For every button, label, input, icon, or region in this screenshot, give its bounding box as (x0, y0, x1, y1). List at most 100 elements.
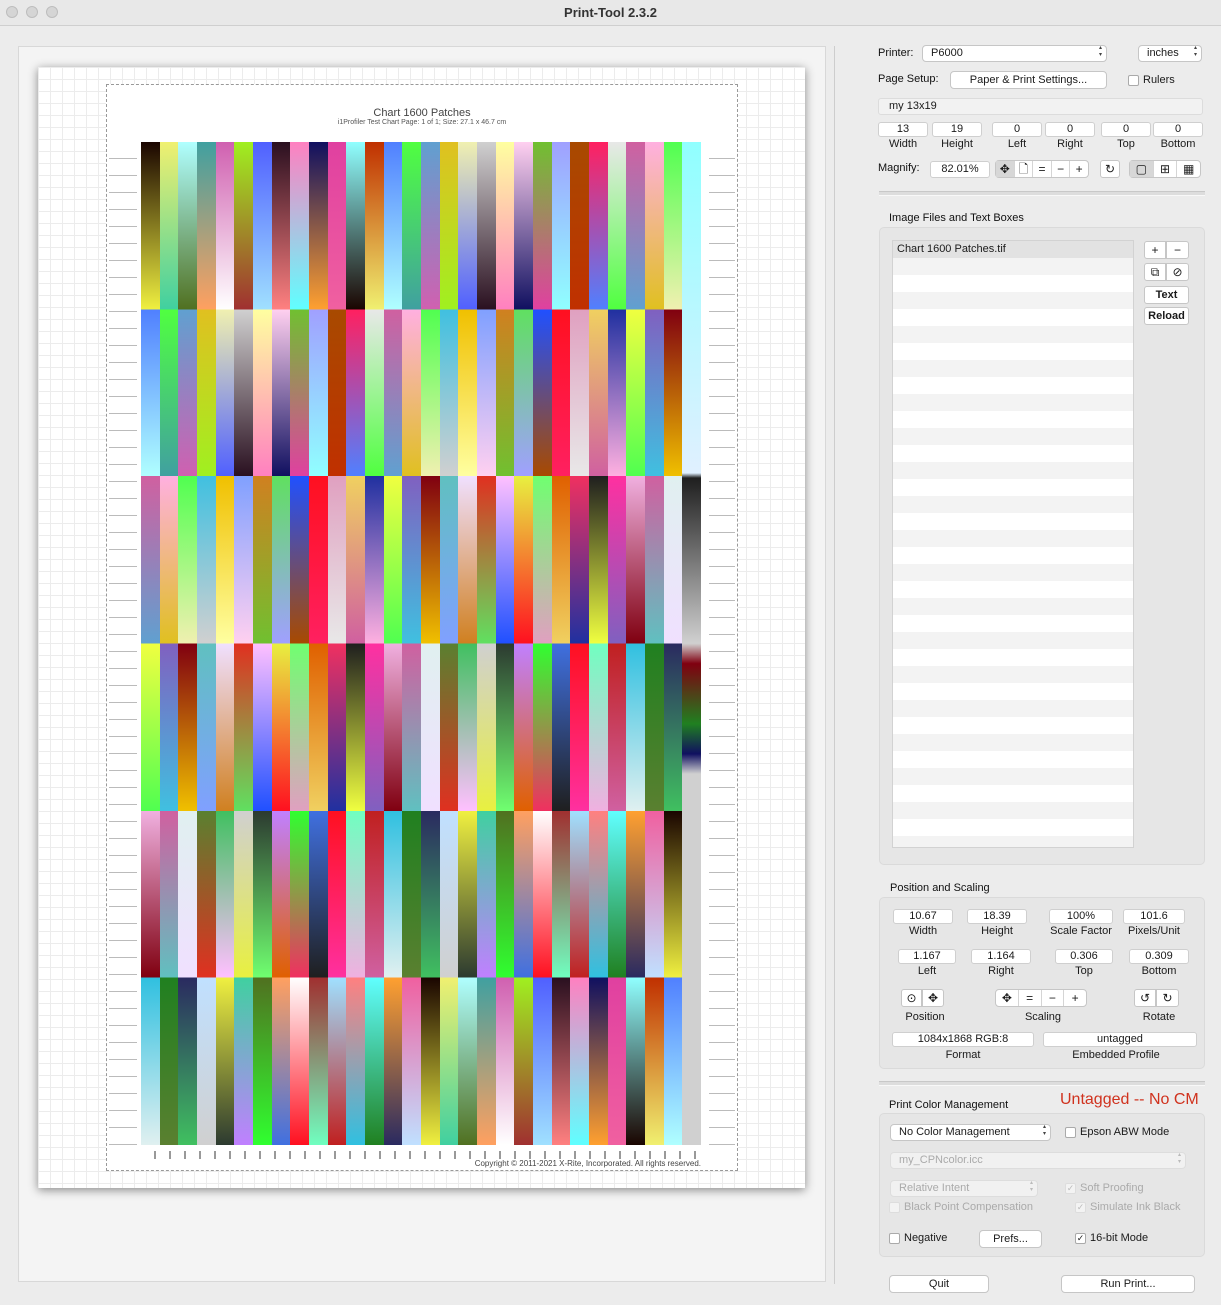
printer-label: Printer: (878, 47, 914, 59)
row-ruler-right (709, 142, 735, 1145)
negative-checkbox[interactable] (889, 1233, 900, 1244)
paper-name-field[interactable]: my 13x19 (878, 98, 1203, 115)
patch-column (215, 142, 235, 1145)
paper-preview[interactable]: Chart 1600 Patches i1Profiler Test Chart… (38, 67, 805, 1188)
image-width-label: Width (908, 925, 938, 937)
image-height-field[interactable]: 18.39 (967, 909, 1027, 924)
rotate-left-icon[interactable]: ↺ (1134, 989, 1156, 1007)
paper-right-label: Right (1057, 138, 1083, 150)
image-bottom-field[interactable]: 0.309 (1129, 949, 1189, 964)
refresh-icon[interactable]: ↻ (1100, 160, 1120, 178)
prefs-button[interactable]: Prefs... (979, 1230, 1042, 1248)
image-top-field[interactable]: 0.306 (1055, 949, 1113, 964)
epson-abw-checkbox[interactable] (1065, 1127, 1076, 1138)
fine-grid-icon[interactable]: ▦ (1177, 161, 1200, 177)
patch-column (607, 142, 627, 1145)
paper-right-field[interactable]: 0 (1045, 122, 1095, 137)
image-file-list[interactable]: Chart 1600 Patches.tif (892, 240, 1134, 848)
duplicate-icon[interactable]: ⧉ (1144, 263, 1166, 281)
image-left-field[interactable]: 1.167 (898, 949, 956, 964)
patch-column (327, 142, 347, 1145)
split-divider[interactable] (834, 46, 835, 1284)
negative-label: Negative (904, 1232, 948, 1244)
scale-down-icon[interactable]: − (1042, 990, 1065, 1006)
magnify-field[interactable]: 82.01% (930, 161, 990, 178)
title-bar: Print-Tool 2.3.2 (0, 0, 1221, 26)
patch-column (626, 142, 646, 1145)
pixels-per-unit-field[interactable]: 101.6 (1123, 909, 1185, 924)
soft-proofing-label: Soft Proofing (1080, 1182, 1144, 1194)
patch-column (383, 142, 403, 1145)
paper-width-label: Width (888, 138, 918, 150)
patch-column (495, 142, 515, 1145)
no-grid-icon[interactable]: ▢ (1130, 161, 1154, 177)
rotate-label: Rotate (1142, 1011, 1176, 1023)
paper-print-settings-button[interactable]: Paper & Print Settings... (950, 71, 1107, 89)
separator-2 (879, 1081, 1205, 1086)
zoom-in-icon[interactable]: + (1070, 161, 1088, 177)
16bit-mode-checkbox[interactable]: ✓ (1075, 1233, 1086, 1244)
image-right-field[interactable]: 1.164 (971, 949, 1031, 964)
rotate-right-icon[interactable]: ↻ (1156, 989, 1179, 1007)
simulate-ink-checkbox[interactable]: ✓ (1075, 1202, 1086, 1213)
patch-column (309, 142, 328, 1145)
pan-move-icon[interactable]: ✥ (996, 161, 1015, 177)
cm-status-warning: Untagged -- No CM (1060, 1091, 1199, 1108)
patch-column (551, 142, 571, 1145)
patch-column (141, 142, 160, 1145)
paper-top-label: Top (1117, 138, 1135, 150)
scaling-label: Scaling (1024, 1011, 1062, 1023)
remove-file-icon[interactable]: − (1166, 241, 1189, 259)
center-position-icon[interactable]: ⊙ (901, 989, 922, 1007)
paper-left-field[interactable]: 0 (992, 122, 1042, 137)
fit-page-icon[interactable]: 🗋 (1015, 161, 1034, 177)
clear-icon[interactable]: ⊘ (1166, 263, 1189, 281)
epson-abw-label: Epson ABW Mode (1080, 1126, 1170, 1138)
units-select[interactable]: inches (1138, 45, 1202, 62)
scale-factor-field[interactable]: 100% (1049, 909, 1113, 924)
patch-column (421, 142, 440, 1145)
soft-proofing-checkbox[interactable]: ✓ (1065, 1183, 1076, 1194)
quit-button[interactable]: Quit (889, 1275, 989, 1293)
separator-1 (879, 191, 1205, 196)
rulers-checkbox[interactable] (1128, 75, 1139, 86)
image-bottom-label: Bottom (1141, 965, 1177, 977)
paper-height-field[interactable]: 19 (932, 122, 982, 137)
add-file-icon[interactable]: + (1144, 241, 1166, 259)
magnify-tools: ✥ 🗋 = − + (995, 160, 1089, 178)
image-width-field[interactable]: 10.67 (893, 909, 953, 924)
actual-size-icon[interactable]: = (1033, 161, 1052, 177)
rendering-intent-select[interactable]: Relative Intent (890, 1180, 1038, 1197)
column-ruler-bottom (141, 1151, 701, 1159)
black-point-checkbox[interactable] (889, 1202, 900, 1213)
scale-fit-icon[interactable]: ✥ (996, 990, 1019, 1006)
quad-grid-icon[interactable]: ⊞ (1154, 161, 1178, 177)
output-profile-select[interactable]: my_CPNcolor.icc (890, 1152, 1186, 1169)
paper-width-field[interactable]: 13 (878, 122, 928, 137)
rulers-label: Rulers (1143, 74, 1175, 86)
patch-column (178, 142, 198, 1145)
patch-column (197, 142, 216, 1145)
format-field: 1084x1868 RGB:8 (892, 1032, 1034, 1047)
zoom-out-icon[interactable]: − (1052, 161, 1071, 177)
list-item[interactable]: Chart 1600 Patches.tif (893, 241, 1133, 258)
text-button[interactable]: Text (1144, 286, 1189, 304)
position-label: Position (905, 1011, 945, 1023)
patch-chart-image[interactable] (141, 142, 702, 1145)
color-management-select[interactable]: No Color Management (890, 1124, 1051, 1141)
scale-actual-icon[interactable]: = (1019, 990, 1042, 1006)
patch-column (589, 142, 608, 1145)
magnify-label: Magnify: (878, 162, 920, 174)
run-print-button[interactable]: Run Print... (1061, 1275, 1195, 1293)
patch-column (533, 142, 552, 1145)
printer-select[interactable]: P6000 (922, 45, 1107, 62)
scale-factor-label: Scale Factor (1050, 925, 1112, 937)
paper-left-label: Left (1007, 138, 1027, 150)
move-position-icon[interactable]: ✥ (922, 989, 944, 1007)
image-height-label: Height (981, 925, 1013, 937)
paper-top-field[interactable]: 0 (1101, 122, 1151, 137)
scale-up-icon[interactable]: + (1064, 990, 1086, 1006)
image-right-label: Right (988, 965, 1014, 977)
reload-button[interactable]: Reload (1144, 307, 1189, 325)
paper-bottom-field[interactable]: 0 (1153, 122, 1203, 137)
